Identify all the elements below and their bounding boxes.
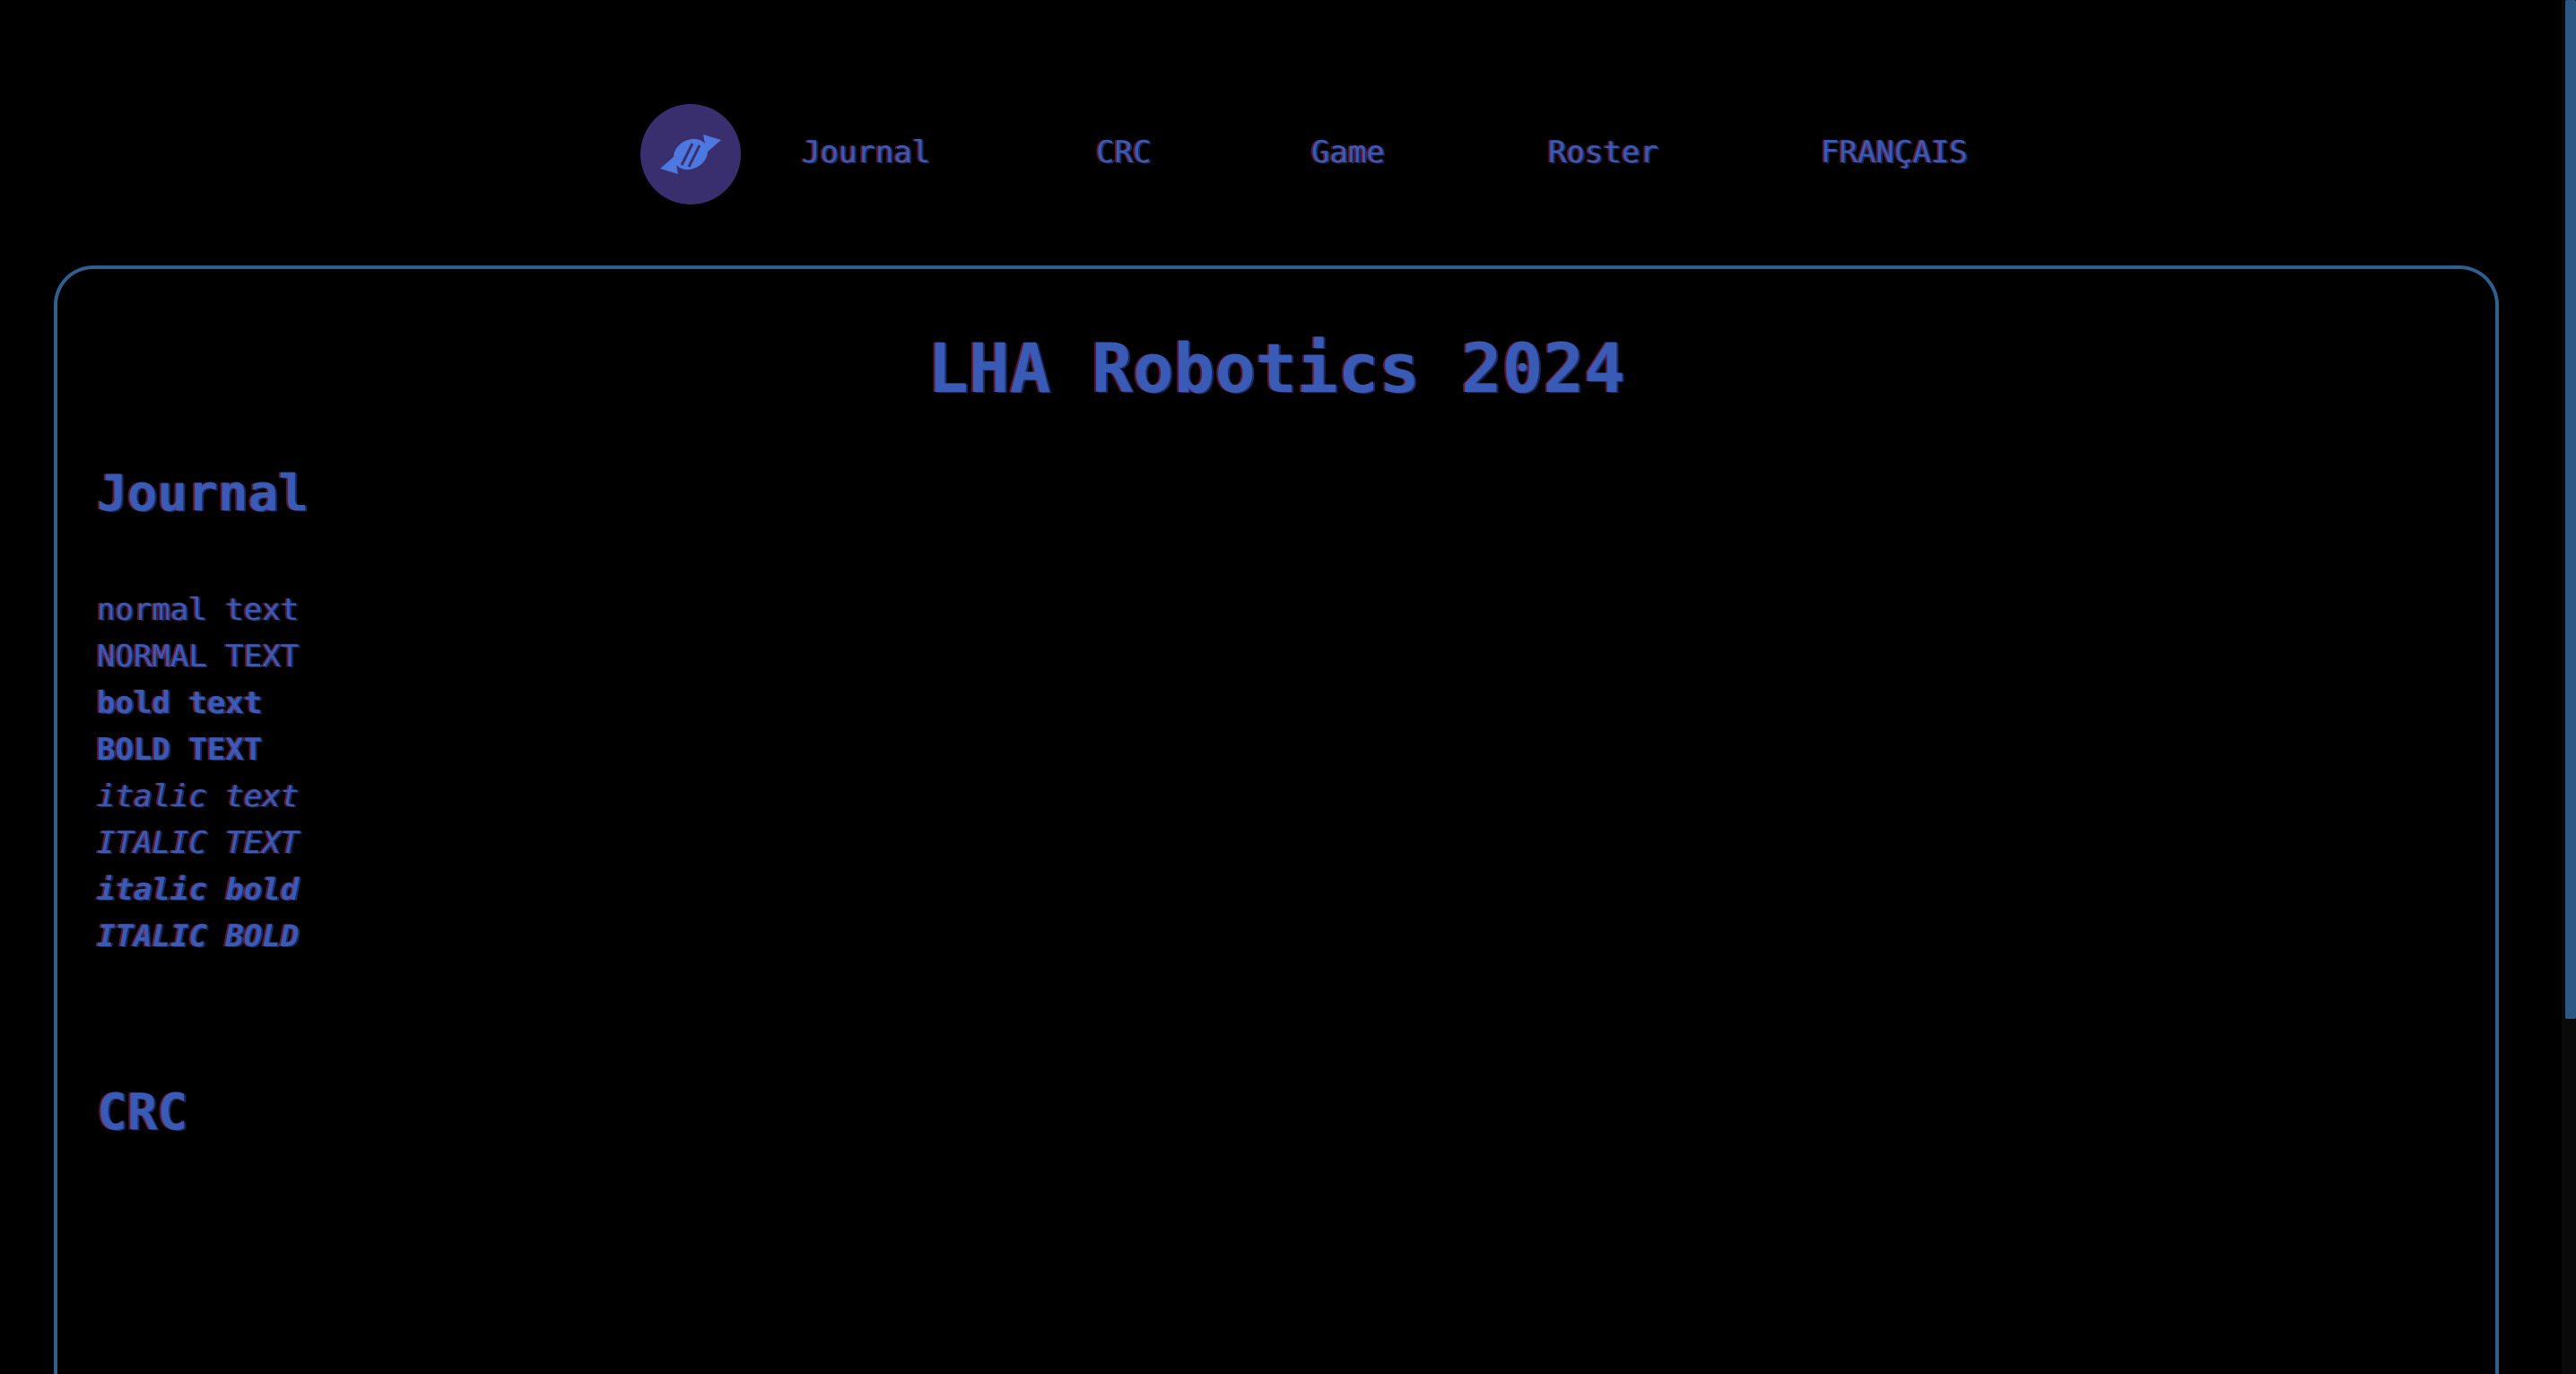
section-heading-journal: Journal [97, 465, 309, 523]
site-logo[interactable] [640, 104, 741, 204]
text-style-samples: normal text NORMAL TEXT bold text BOLD T… [97, 587, 299, 960]
scrollbar-thumb[interactable] [2565, 0, 2576, 1019]
page-title: LHA Robotics 2024 [927, 328, 1625, 408]
content-card: LHA Robotics 2024 Journal normal text NO… [54, 265, 2499, 1374]
nav-link-journal[interactable]: Journal [802, 135, 930, 170]
nav-link-game[interactable]: Game [1311, 135, 1385, 170]
sample-bold-upper: BOLD TEXT [97, 732, 263, 768]
sample-normal-upper: NORMAL TEXT [97, 639, 300, 674]
sample-normal-lower: normal text [97, 592, 300, 628]
sample-italic-upper: ITALIC TEXT [97, 825, 300, 861]
nav-link-francais[interactable]: FRANÇAIS [1821, 135, 1968, 170]
page-scrollbar[interactable] [2562, 0, 2576, 1374]
sample-italic-bold-upper: ITALIC BOLD [97, 918, 300, 954]
candy-icon [660, 135, 721, 174]
sample-italic-lower: italic text [97, 778, 300, 814]
sample-italic-bold-lower: italic bold [97, 872, 300, 908]
sample-bold-lower: bold text [97, 685, 263, 721]
nav-link-crc[interactable]: CRC [1096, 135, 1151, 170]
nav-link-roster[interactable]: Roster [1548, 135, 1658, 170]
section-heading-crc: CRC [97, 1083, 188, 1142]
